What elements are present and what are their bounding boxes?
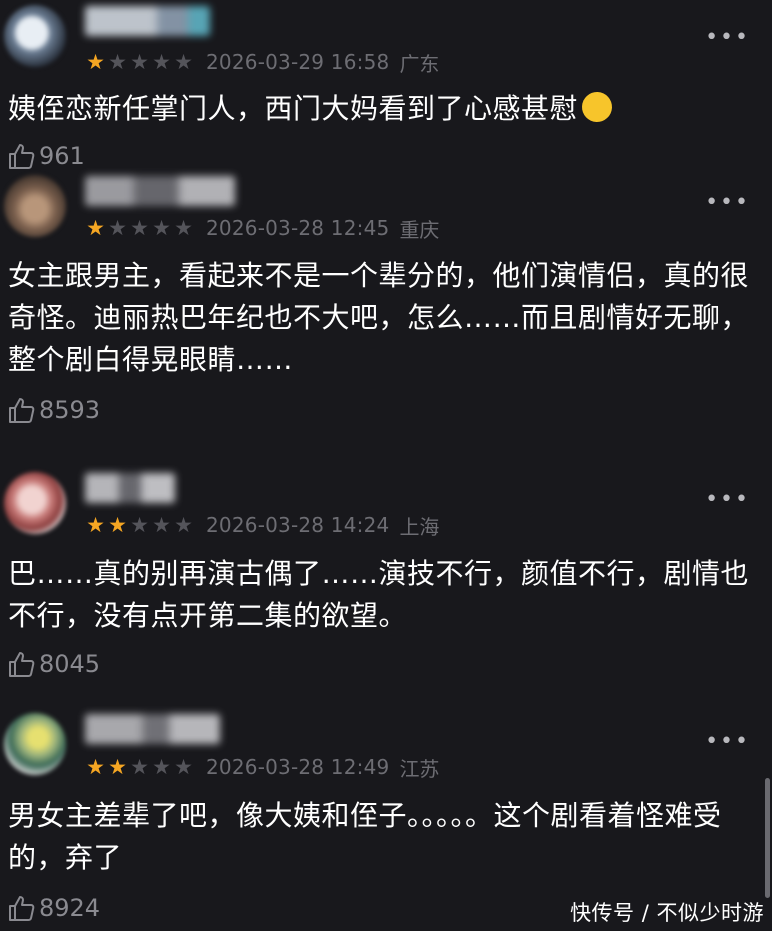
comment-meta: ★ ★ ★ ★ ★ 2026-03-29 16:58 广东: [85, 50, 440, 76]
star-icon: ★: [86, 216, 105, 240]
star-icon: ★: [174, 755, 193, 779]
star-icon: ★: [86, 755, 105, 779]
scrollbar[interactable]: [765, 778, 770, 898]
star-rating: ★ ★ ★ ★ ★: [85, 513, 194, 537]
star-icon: ★: [174, 50, 193, 74]
comment-region: 重庆: [399, 217, 440, 242]
like-count: 961: [39, 142, 85, 170]
comment-date: 2026-03-29 16:58: [206, 50, 390, 74]
star-rating: ★ ★ ★ ★ ★: [85, 50, 194, 74]
star-icon: ★: [130, 755, 149, 779]
comment-region: 上海: [399, 514, 440, 539]
star-icon: ★: [152, 50, 171, 74]
more-options-icon[interactable]: •••: [705, 192, 750, 214]
star-rating: ★ ★ ★ ★ ★: [85, 216, 194, 240]
username-blurred[interactable]: [85, 473, 175, 503]
thumbs-up-icon: [9, 896, 35, 921]
like-count: 8045: [39, 650, 101, 678]
avatar[interactable]: [4, 5, 66, 67]
thumbs-up-icon: [9, 652, 35, 677]
comment-text: 女主跟男主，看起来不是一个辈分的，他们演情侣，真的很奇怪。迪丽热巴年纪也不大吧，…: [8, 259, 750, 376]
like-button[interactable]: 8045: [7, 649, 100, 679]
star-icon: ★: [86, 50, 105, 74]
username-blurred[interactable]: [85, 714, 220, 744]
comment-text: 巴……真的别再演古偶了……演技不行，颜值不行，剧情也不行，没有点开第二集的欲望。: [8, 557, 750, 632]
comment-region: 江苏: [399, 756, 440, 781]
watermark: 快传号 / 不似少时游: [570, 901, 764, 925]
like-button[interactable]: 8593: [7, 395, 100, 425]
like-button[interactable]: 961: [7, 141, 85, 171]
thumbs-up-icon: [9, 398, 35, 423]
star-icon: ★: [152, 513, 171, 537]
comment-body: 姨侄恋新任掌门人，西门大妈看到了心感甚慰: [8, 92, 579, 125]
like-count: 8593: [39, 396, 101, 424]
star-icon: ★: [108, 755, 127, 779]
star-icon: ★: [152, 755, 171, 779]
star-icon: ★: [174, 513, 193, 537]
comment-text: 姨侄恋新任掌门人，西门大妈看到了心感甚慰: [8, 87, 758, 130]
star-icon: ★: [108, 216, 127, 240]
star-icon: ★: [108, 513, 127, 537]
more-options-icon[interactable]: •••: [705, 489, 750, 511]
comment-date: 2026-03-28 12:45: [206, 216, 390, 240]
username-blurred[interactable]: [85, 6, 210, 36]
star-icon: ★: [152, 216, 171, 240]
thumbs-up-icon: [9, 144, 35, 169]
more-options-icon[interactable]: •••: [705, 731, 750, 753]
comment-text: 男女主差辈了吧，像大姨和侄子。。。。。这个剧看着怪难受的，弃了: [8, 799, 722, 874]
comment-region: 广东: [399, 51, 440, 76]
comment-meta: ★ ★ ★ ★ ★ 2026-03-28 12:45 重庆: [85, 216, 440, 242]
star-icon: ★: [108, 50, 127, 74]
star-icon: ★: [86, 513, 105, 537]
laughing-emoji-icon: [577, 87, 617, 127]
like-button[interactable]: 8924: [7, 893, 100, 923]
comment-date: 2026-03-28 14:24: [206, 513, 390, 537]
star-icon: ★: [130, 50, 149, 74]
comment-meta: ★ ★ ★ ★ ★ 2026-03-28 14:24 上海: [85, 513, 440, 539]
avatar[interactable]: [4, 175, 66, 237]
avatar[interactable]: [4, 472, 66, 534]
comment-meta: ★ ★ ★ ★ ★ 2026-03-28 12:49 江苏: [85, 755, 440, 781]
like-count: 8924: [39, 894, 101, 922]
star-icon: ★: [130, 513, 149, 537]
star-icon: ★: [130, 216, 149, 240]
star-rating: ★ ★ ★ ★ ★: [85, 755, 194, 779]
avatar[interactable]: [4, 713, 66, 775]
comment-date: 2026-03-28 12:49: [206, 755, 390, 779]
username-blurred[interactable]: [85, 176, 235, 206]
star-icon: ★: [174, 216, 193, 240]
more-options-icon[interactable]: •••: [705, 27, 750, 49]
